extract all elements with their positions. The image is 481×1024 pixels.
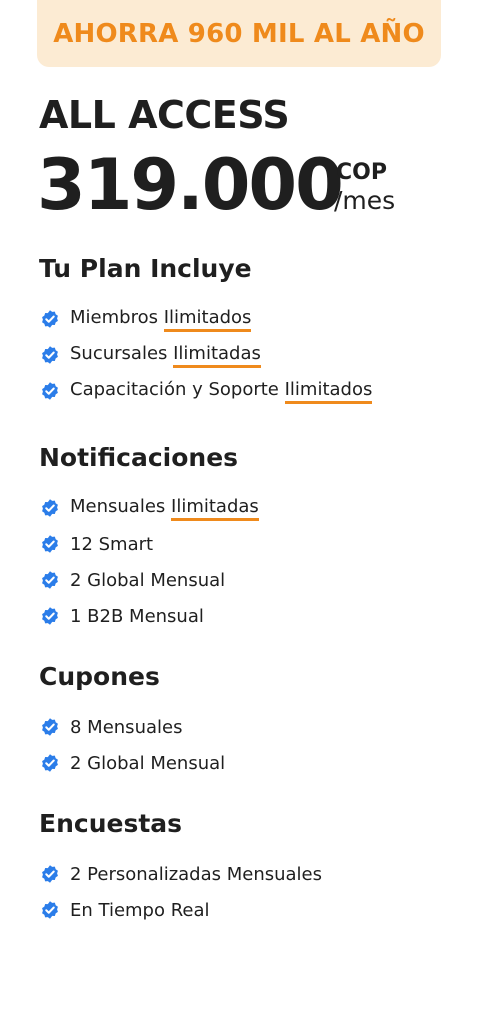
feature-item: Sucursales Ilimitadas (40, 342, 261, 368)
verified-check-icon (42, 535, 58, 553)
feature-highlight: Ilimitadas (171, 496, 259, 521)
feature-item: 2 Global Mensual (40, 568, 225, 592)
verified-check-icon (42, 718, 58, 736)
feature-highlight: Ilimitados (163, 307, 252, 332)
feature-item: Miembros Ilimitados (40, 306, 252, 332)
feature-text: Capacitación y Soporte (70, 378, 285, 400)
feature-item: En Tiempo Real (40, 898, 210, 922)
verified-check-icon (42, 865, 58, 883)
verified-check-icon (42, 607, 58, 625)
feature-text: 2 Personalizadas Mensuales (70, 863, 323, 885)
feature-item: 2 Global Mensual (40, 751, 225, 775)
verified-check-icon (42, 571, 58, 589)
feature-item: 12 Smart (40, 532, 153, 556)
feature-text: 8 Mensuales (70, 716, 183, 738)
savings-banner-text: AHORRA 960 MIL AL AÑO (53, 18, 425, 49)
verified-check-icon (42, 901, 58, 919)
savings-banner: AHORRA 960 MIL AL AÑO (37, 0, 441, 67)
feature-text: 2 Global Mensual (70, 752, 226, 774)
feature-item: Capacitación y Soporte Ilimitados (40, 378, 373, 404)
feature-highlight: Ilimitados (284, 379, 373, 404)
feature-item: Mensuales Ilimitadas (40, 495, 259, 521)
feature-text: Mensuales (70, 495, 172, 517)
verified-check-icon (42, 310, 58, 328)
price-period: /mes (334, 186, 396, 215)
verified-check-icon (42, 346, 58, 364)
plan-name: ALL ACCESS (39, 93, 290, 137)
feature-highlight: Ilimitadas (173, 343, 261, 368)
feature-item: 1 B2B Mensual (40, 604, 204, 628)
verified-check-icon (42, 499, 58, 517)
feature-text: Sucursales (70, 342, 174, 364)
feature-item: 2 Personalizadas Mensuales (40, 862, 322, 886)
feature-text: 12 Smart (70, 533, 154, 555)
feature-text: Miembros (70, 306, 164, 328)
section-title-notificaciones: Notificaciones (39, 443, 239, 472)
feature-text: En Tiempo Real (70, 899, 210, 921)
plan-price: 319.000 (37, 144, 344, 226)
verified-check-icon (42, 382, 58, 400)
feature-text: 2 Global Mensual (70, 569, 226, 591)
price-currency: COP (336, 160, 387, 185)
feature-item: 8 Mensuales (40, 715, 182, 739)
section-title-encuestas: Encuestas (39, 809, 183, 838)
section-title-tu-plan-incluye: Tu Plan Incluye (39, 254, 252, 283)
verified-check-icon (42, 754, 58, 772)
section-title-cupones: Cupones (39, 662, 160, 691)
feature-text: 1 B2B Mensual (70, 605, 204, 627)
